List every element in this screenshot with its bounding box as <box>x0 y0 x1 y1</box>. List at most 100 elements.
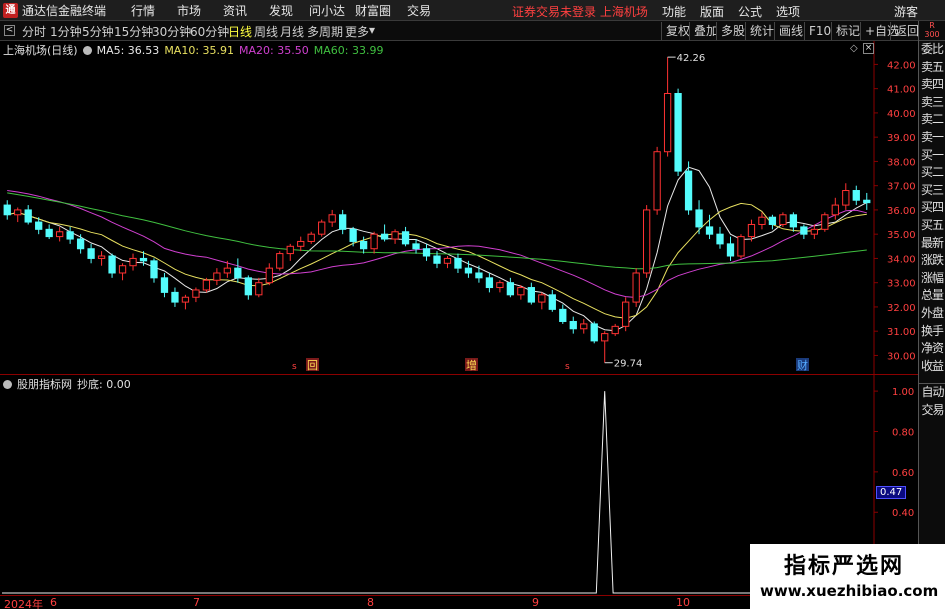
menu-options[interactable]: 选项 <box>776 3 800 20</box>
period-15min[interactable]: 15分钟 <box>114 23 153 40</box>
side-item-sell2[interactable]: 卖二 <box>919 111 945 129</box>
candle-body <box>139 257 148 262</box>
candle-body <box>160 277 169 293</box>
menu-news[interactable]: 资讯 <box>212 2 258 19</box>
candle-body <box>108 255 116 274</box>
collapse-icon[interactable]: < <box>4 25 15 36</box>
period-1min[interactable]: 1分钟 <box>50 23 82 40</box>
candle-body <box>496 282 504 289</box>
side-item-buy4[interactable]: 买四 <box>919 199 945 217</box>
side-item-turnover[interactable]: 换手 <box>919 323 945 341</box>
candle-body <box>244 277 252 296</box>
side-item-buy2[interactable]: 买二 <box>919 164 945 182</box>
period-monthly[interactable]: 月线 <box>280 23 304 40</box>
menu-trade[interactable]: 交易 <box>396 2 442 19</box>
candle-body <box>87 248 95 259</box>
candle-body <box>485 277 494 289</box>
right-menu: 功能 版面 公式 选项 <box>662 3 814 20</box>
candle-body <box>412 243 420 250</box>
period-multi[interactable]: 多周期 <box>307 23 343 40</box>
menu-market[interactable]: 市场 <box>166 2 212 19</box>
side-item-last[interactable]: 最新 <box>919 235 945 253</box>
side-item-buy1[interactable]: 买一 <box>919 147 945 165</box>
back-button[interactable]: 返回 <box>890 22 919 40</box>
diamond-icon[interactable]: ◇ <box>850 43 858 54</box>
side-item-sell1[interactable]: 卖一 <box>919 129 945 147</box>
close-icon[interactable]: × <box>863 43 874 54</box>
candle-body <box>674 93 682 172</box>
menu-quotes[interactable]: 行情 <box>120 2 166 19</box>
candle-body <box>181 296 190 303</box>
period-5min[interactable]: 5分钟 <box>82 23 114 40</box>
overlay-button[interactable]: 叠加 <box>689 22 718 40</box>
menu-function[interactable]: 功能 <box>662 3 686 20</box>
login-notice[interactable]: 证券交易未登录 上海机场 <box>512 3 648 20</box>
guest-label[interactable]: 游客 <box>894 3 918 20</box>
candle-body <box>3 204 11 216</box>
y-tick-label: 41.00 <box>887 85 916 96</box>
period-weekly[interactable]: 周线 <box>254 23 278 40</box>
side-item-sell5[interactable]: 卖五 <box>919 59 945 77</box>
period-60min[interactable]: 60分钟 <box>190 23 229 40</box>
candle-body <box>339 214 347 230</box>
side-item-sell3[interactable]: 卖三 <box>919 94 945 112</box>
candle-body <box>297 240 305 247</box>
side-item-buy5[interactable]: 买五 <box>919 217 945 235</box>
chevron-down-icon[interactable]: ▾ <box>369 23 375 37</box>
menu-layout[interactable]: 版面 <box>700 3 724 20</box>
side-item-outer[interactable]: 外盘 <box>919 305 945 323</box>
high-label: 42.26 <box>677 53 706 64</box>
candle-body <box>255 282 263 296</box>
watermark-url: www.xuezhibiao.com <box>760 582 939 600</box>
menu-wealth[interactable]: 财富圈 <box>350 2 396 19</box>
candle-body <box>192 289 200 298</box>
side-item-trade[interactable]: 交易 <box>919 402 945 420</box>
side-item-netasset[interactable]: 净资 <box>919 340 945 358</box>
axis-year: 2024年 <box>4 598 43 609</box>
period-daily[interactable]: 日线 <box>228 23 252 40</box>
candle-body <box>548 294 556 310</box>
side-item-sell4[interactable]: 卖四 <box>919 76 945 94</box>
settings-dot-icon[interactable] <box>82 45 92 55</box>
menu-ask[interactable]: 问小达 <box>304 2 350 19</box>
candle-body <box>810 228 818 235</box>
quote-side-panel: R 300 委比 卖五 卖四 卖三 卖二 卖一 买一 买二 买三 买四 买五 最… <box>918 21 945 609</box>
candle-body <box>443 257 452 264</box>
side-item-change[interactable]: 涨跌 <box>919 252 945 270</box>
candle-body <box>747 223 756 238</box>
side-panel-header[interactable]: R 300 <box>919 21 945 41</box>
axis-month-6: 6 <box>50 596 57 609</box>
tdx-logo-icon: 通 <box>3 2 18 18</box>
main-kline-chart[interactable]: 42.00 41.00 40.00 39.00 38.00 37.00 36.00 35.00… <box>0 41 918 374</box>
candle-body <box>380 233 389 240</box>
candle-body <box>642 209 651 274</box>
period-30min[interactable]: 30分钟 <box>152 23 191 40</box>
candle-body <box>391 231 399 240</box>
multi-stock-button[interactable]: 多股 <box>716 22 745 40</box>
indicator-value: 抄底: 0.00 <box>77 378 131 391</box>
sub-tick-label: 0.60 <box>892 468 914 479</box>
candle-body <box>716 233 724 245</box>
f10-button[interactable]: F10 <box>804 22 831 40</box>
side-item-volume[interactable]: 总量 <box>919 287 945 305</box>
menu-discover[interactable]: 发现 <box>258 2 304 19</box>
candle-body <box>842 190 850 206</box>
settings-dot-icon[interactable] <box>3 379 12 389</box>
side-item-weibi[interactable]: 委比 <box>919 41 945 59</box>
side-item-auto[interactable]: 自动 <box>919 384 945 402</box>
stats-button[interactable]: 统计 <box>745 22 774 40</box>
event-marker-0: 回 <box>307 359 318 372</box>
candle-body <box>569 320 577 330</box>
candle-body <box>538 294 546 303</box>
mark-button[interactable]: 标记 <box>831 22 860 40</box>
side-item-buy3[interactable]: 买三 <box>919 182 945 200</box>
side-item-eps[interactable]: 收益 <box>919 358 945 376</box>
period-intraday[interactable]: 分时 <box>22 23 46 40</box>
adjust-button[interactable]: 复权 <box>661 22 690 40</box>
draw-line-button[interactable]: 画线 <box>774 22 803 40</box>
candle-body <box>831 204 839 216</box>
candle-body <box>307 233 315 242</box>
period-more[interactable]: 更多 <box>345 23 369 40</box>
side-item-pct[interactable]: 涨幅 <box>919 270 945 288</box>
menu-formula[interactable]: 公式 <box>738 3 762 20</box>
